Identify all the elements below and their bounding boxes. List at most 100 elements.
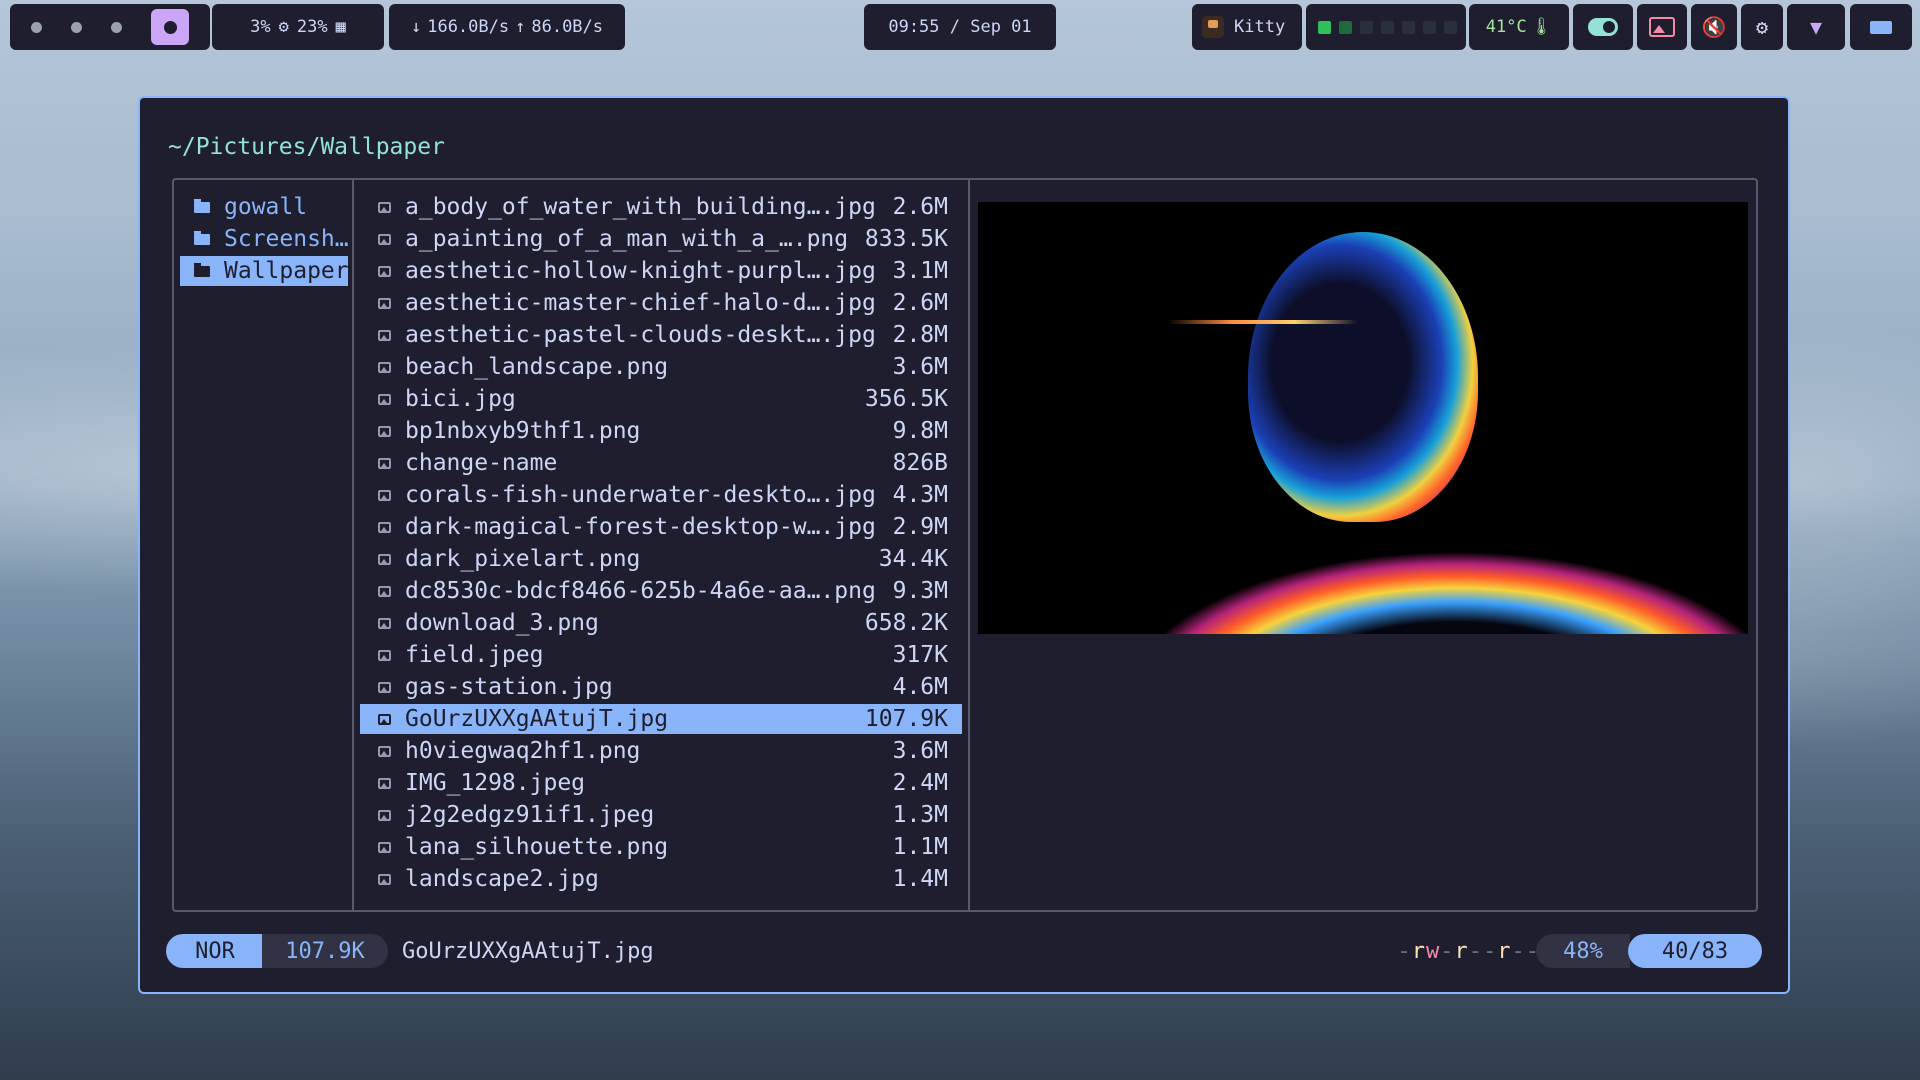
scroll-percent: 48% <box>1536 934 1630 968</box>
arrow-up-icon: ↑ <box>515 17 526 37</box>
file-row[interactable]: field.jpeg 317K <box>360 640 962 670</box>
workspace-4-active[interactable] <box>151 9 190 45</box>
file-row[interactable]: corals-fish-underwater-deskto….jpg 4.3M <box>360 480 962 510</box>
image-preview <box>978 202 1748 634</box>
file-size: 34.4K <box>878 546 948 572</box>
file-row[interactable]: aesthetic-hollow-knight-purpl….jpg 3.1M <box>360 256 962 286</box>
file-list-pane: a_body_of_water_with_building….jpg 2.6M a_… <box>354 180 970 910</box>
file-size: 826B <box>892 450 948 476</box>
file-size: 3.6M <box>892 354 948 380</box>
file-row[interactable]: change-name 826B <box>360 448 962 478</box>
file-name: GoUrzUXXgAAtujT.jpg <box>405 706 669 732</box>
file-row[interactable]: aesthetic-master-chief-halo-d….jpg 2.6M <box>360 288 962 318</box>
workspace-2-indicator[interactable] <box>70 21 82 33</box>
file-row[interactable]: a_body_of_water_with_building….jpg 2.6M <box>360 192 962 222</box>
file-name: a_body_of_water_with_building….jpg <box>405 194 876 220</box>
directory-item[interactable]: gowall <box>180 192 348 222</box>
file-size: 2.8M <box>892 322 948 348</box>
image-file-icon <box>378 265 391 277</box>
file-name: aesthetic-master-chief-halo-d….jpg <box>405 290 876 316</box>
volume-button[interactable]: 🔇 <box>1691 4 1737 50</box>
file-manager-window: ~/Pictures/Wallpaper gowall Screensh… Wall… <box>138 96 1790 994</box>
image-file-icon <box>378 233 391 245</box>
current-path: ~/Pictures/Wallpaper <box>168 134 445 160</box>
memory-icon: ▦ <box>335 17 346 37</box>
temperature: 41°C 🌡 <box>1469 4 1569 50</box>
file-row[interactable]: gas-station.jpg 4.6M <box>360 672 962 702</box>
directory-item[interactable]: Wallpaper <box>180 256 348 286</box>
file-name: gas-station.jpg <box>405 674 613 700</box>
file-size: 833.5K <box>864 226 948 252</box>
file-row[interactable]: dark_pixelart.png 34.4K <box>360 544 962 574</box>
file-name: a_painting_of_a_man_with_a_….png <box>405 226 849 252</box>
directory-item[interactable]: Screensh… <box>180 224 348 254</box>
file-size: 4.3M <box>892 482 948 508</box>
file-row[interactable]: GoUrzUXXgAAtujT.jpg 107.9K <box>360 704 962 734</box>
image-file-icon <box>378 361 391 373</box>
file-size: 658.2K <box>864 610 948 636</box>
status-line: NOR 107.9K GoUrzUXXgAAtujT.jpg -rw-r--r-… <box>166 934 1762 968</box>
image-file-icon <box>378 745 391 757</box>
image-file-icon <box>378 841 391 853</box>
file-row[interactable]: j2g2edgz91if1.jpeg 1.3M <box>360 800 962 830</box>
file-name: aesthetic-hollow-knight-purpl….jpg <box>405 258 876 284</box>
activity-indicator <box>1306 4 1466 50</box>
file-size: 356.5K <box>864 386 948 412</box>
file-permissions: -rw-r--r-- <box>1397 938 1540 964</box>
file-name: corals-fish-underwater-deskto….jpg <box>405 482 876 508</box>
gear-icon: ⚙ <box>1755 15 1769 39</box>
cursor-position: 40/83 <box>1628 934 1762 968</box>
active-window[interactable]: Kitty <box>1192 4 1302 50</box>
file-name: beach_landscape.png <box>405 354 669 380</box>
directory-label: gowall <box>224 194 308 220</box>
network-stats: ↓ 166.0B/s ↑ 86.0B/s <box>389 4 625 50</box>
file-row[interactable]: bp1nbxyb9thf1.png 9.8M <box>360 416 962 446</box>
image-file-icon <box>378 873 391 885</box>
folder-icon <box>194 198 210 213</box>
file-row[interactable]: download_3.png 658.2K <box>360 608 962 638</box>
file-name: change-name <box>405 450 558 476</box>
file-row[interactable]: aesthetic-pastel-clouds-deskt….jpg 2.8M <box>360 320 962 350</box>
workspace-1-indicator[interactable] <box>30 21 42 33</box>
toggle-button[interactable] <box>1573 4 1633 50</box>
download-rate: 166.0B/s <box>427 17 510 37</box>
kitty-icon <box>1202 16 1224 38</box>
memory-usage: 23% <box>296 17 328 37</box>
file-row[interactable]: h0viegwaq2hf1.png 3.6M <box>360 736 962 766</box>
image-file-icon <box>378 425 391 437</box>
mode-indicator: NOR <box>166 934 264 968</box>
file-row[interactable]: bici.jpg 356.5K <box>360 384 962 414</box>
file-name: h0viegwaq2hf1.png <box>405 738 641 764</box>
image-file-icon <box>378 393 391 405</box>
image-file-icon <box>378 809 391 821</box>
temperature-value: 41°C <box>1485 17 1527 37</box>
file-name: aesthetic-pastel-clouds-deskt….jpg <box>405 322 876 348</box>
wallpaper-button[interactable] <box>1637 4 1687 50</box>
image-file-icon <box>378 297 391 309</box>
workspace-3-indicator[interactable] <box>111 21 123 33</box>
battery-button[interactable] <box>1850 4 1912 50</box>
file-row[interactable]: landscape2.jpg 1.4M <box>360 864 962 894</box>
file-row[interactable]: a_painting_of_a_man_with_a_….png 833.5K <box>360 224 962 254</box>
parent-directory-pane: gowall Screensh… Wallpaper <box>174 180 354 910</box>
file-row[interactable]: dark-magical-forest-desktop-w….jpg 2.9M <box>360 512 962 542</box>
wifi-button[interactable]: ▼ <box>1787 4 1845 50</box>
panes: gowall Screensh… Wallpaper a_body_of_water… <box>172 178 1758 912</box>
preview-pane <box>970 180 1756 910</box>
settings-button[interactable]: ⚙ <box>1741 4 1783 50</box>
file-size: 2.9M <box>892 514 948 540</box>
file-row[interactable]: dc8530c-bdcf8466-625b-4a6e-aa….png 9.3M <box>360 576 962 606</box>
clock[interactable]: 09:55 / Sep 01 <box>864 4 1056 50</box>
file-row[interactable]: IMG_1298.jpeg 2.4M <box>360 768 962 798</box>
file-row[interactable]: lana_silhouette.png 1.1M <box>360 832 962 862</box>
image-file-icon <box>378 201 391 213</box>
file-size: 2.4M <box>892 770 948 796</box>
toggle-icon <box>1588 18 1618 36</box>
top-bar: 3% ⚙ 23% ▦ ↓ 166.0B/s ↑ 86.0B/s 09:55 / … <box>0 4 1920 50</box>
file-name: dc8530c-bdcf8466-625b-4a6e-aa….png <box>405 578 876 604</box>
active-window-title: Kitty <box>1234 17 1286 37</box>
image-file-icon <box>378 489 391 501</box>
file-name: IMG_1298.jpeg <box>405 770 586 796</box>
file-row[interactable]: beach_landscape.png 3.6M <box>360 352 962 382</box>
file-size: 2.6M <box>892 194 948 220</box>
